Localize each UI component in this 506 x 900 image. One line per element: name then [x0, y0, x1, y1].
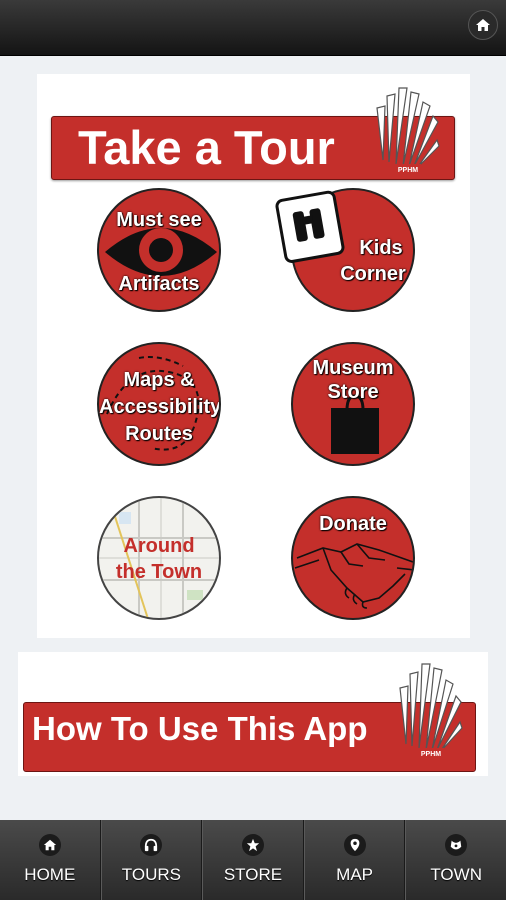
- tab-label: HOME: [24, 865, 76, 884]
- tab-label: STORE: [223, 865, 283, 884]
- map-pin-icon: [343, 834, 366, 856]
- home-icon: [38, 834, 61, 856]
- how-to-panel: How To Use This App PPHM: [18, 652, 488, 776]
- banner-title: Take a Tour: [78, 121, 335, 174]
- map-icon: [99, 498, 219, 618]
- tile-must-see-artifacts[interactable]: Must see Artifacts: [97, 188, 221, 312]
- tab-home[interactable]: HOME: [0, 820, 101, 900]
- tile-maps-accessibility[interactable]: Maps & Accessibility Routes: [97, 342, 221, 466]
- tile-kids-corner[interactable]: Kids Corner: [275, 188, 415, 312]
- tile-label-line1: Museum: [312, 357, 394, 379]
- tab-label: TOWN: [430, 865, 482, 884]
- tile-museum-store[interactable]: Museum Store: [291, 342, 415, 466]
- logo-text: PPHM: [421, 751, 441, 758]
- tile-label-line2: Corner: [340, 263, 406, 285]
- tab-town[interactable]: TOWN: [405, 820, 506, 900]
- tab-tours[interactable]: TOURS: [100, 820, 203, 900]
- tab-map[interactable]: MAP: [303, 820, 406, 900]
- tile-donate[interactable]: Donate: [291, 496, 415, 620]
- tile-label-line1: Around: [123, 535, 195, 557]
- tab-label: MAP: [336, 865, 373, 884]
- tile-label-line2: Artifacts: [118, 273, 200, 295]
- tile-label-line1: Maps &: [123, 369, 195, 391]
- tile-label-line1: Must see: [116, 209, 202, 231]
- tile-around-the-town[interactable]: Around the Town: [97, 496, 221, 620]
- headphones-icon: [140, 834, 163, 856]
- how-to-title: How To Use This App: [32, 710, 368, 747]
- tile-label-line1: Donate: [319, 513, 387, 535]
- logo-text: PPHM: [398, 167, 418, 174]
- tile-label-line2: Store: [327, 381, 379, 403]
- town-icon: [445, 834, 468, 856]
- tile-label-line3: Routes: [125, 423, 193, 445]
- tile-label-line1: Kids: [359, 237, 403, 259]
- tour-panel: Take a Tour PPHM Must see Artifacts Kids…: [37, 74, 470, 638]
- pphm-logo: PPHM: [399, 663, 463, 758]
- top-bar: [0, 0, 506, 56]
- pphm-logo: PPHM: [376, 87, 440, 174]
- tab-label: TOURS: [121, 865, 181, 884]
- home-icon: [476, 19, 490, 31]
- tile-label-line2: Accessibility: [99, 396, 221, 418]
- tab-store[interactable]: STORE: [202, 820, 304, 900]
- tile-label-line2: the Town: [115, 561, 203, 583]
- home-button[interactable]: [468, 10, 498, 40]
- bottom-tab-bar: HOME TOURS STORE MAP TOWN: [0, 820, 506, 900]
- star-icon: [241, 834, 264, 856]
